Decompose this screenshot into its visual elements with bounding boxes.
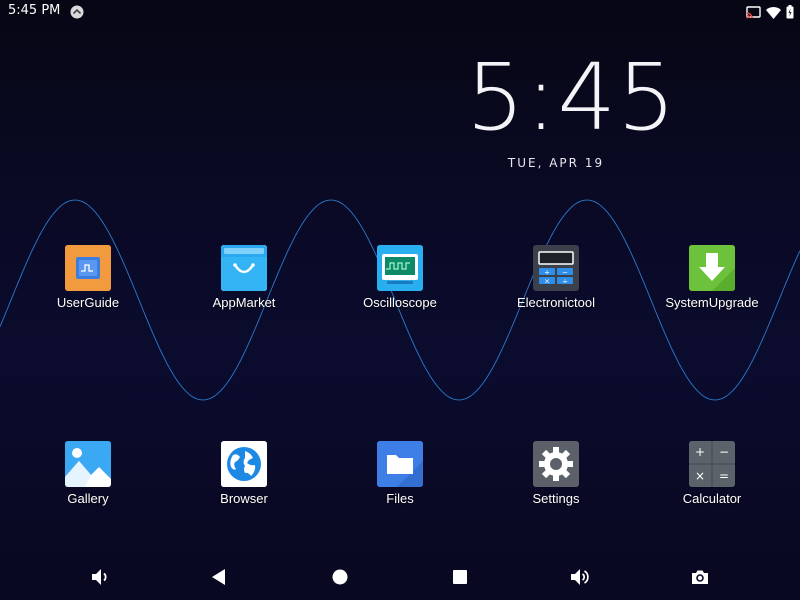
svg-text:+: + (544, 269, 550, 277)
status-bar: 5:45 PM (0, 0, 800, 24)
gear-icon (533, 441, 579, 487)
app-label: Files (386, 491, 414, 506)
status-icons (746, 4, 794, 23)
svg-text:+: + (695, 445, 705, 459)
app-gallery[interactable]: Gallery (23, 441, 153, 506)
app-userguide[interactable]: UserGuide (23, 245, 153, 310)
cast-icon (746, 4, 761, 23)
status-time: 5:45 PM (8, 3, 61, 18)
app-electronictool[interactable]: + − × ÷ Electronictool (491, 245, 621, 310)
volume-up-icon[interactable] (569, 566, 591, 588)
wifi-icon (766, 4, 781, 23)
app-label: Gallery (67, 491, 109, 506)
app-label: Calculator (682, 491, 742, 506)
app-label: Settings (532, 491, 580, 506)
globe-icon (221, 441, 267, 487)
app-files[interactable]: Files (335, 441, 465, 506)
back-icon[interactable] (209, 566, 231, 588)
app-calculator[interactable]: + − × = Calculator (647, 441, 777, 506)
calculator-device-icon: + − × ÷ (533, 245, 579, 291)
folder-icon (377, 441, 423, 487)
userguide-icon (65, 245, 111, 291)
battery-icon (786, 4, 794, 23)
app-label: Electronictool (516, 295, 596, 310)
app-label: Browser (220, 491, 268, 506)
calculator-icon: + − × = (689, 441, 735, 487)
volume-down-icon[interactable] (89, 566, 111, 588)
navigation-bar (0, 554, 800, 600)
svg-text:×: × (544, 278, 550, 286)
app-label: AppMarket (212, 295, 276, 310)
gallery-mountain-icon (65, 441, 111, 487)
app-oscilloscope[interactable]: Oscilloscope (335, 245, 465, 310)
svg-text:×: × (695, 469, 705, 483)
clock-widget-time[interactable]: 5:45 (466, 48, 676, 148)
app-label: UserGuide (56, 295, 120, 310)
svg-text:÷: ÷ (562, 278, 568, 286)
home-icon[interactable] (329, 566, 351, 588)
notification-icon (70, 4, 84, 23)
download-arrow-icon (689, 245, 735, 291)
shopping-bag-icon (221, 245, 267, 291)
svg-text:=: = (719, 469, 729, 483)
clock-widget-date[interactable]: TUE, APR 19 (476, 156, 636, 170)
app-browser[interactable]: Browser (179, 441, 309, 506)
app-systemupgrade[interactable]: SystemUpgrade (647, 245, 777, 310)
app-appmarket[interactable]: AppMarket (179, 245, 309, 310)
recents-icon[interactable] (449, 566, 471, 588)
oscilloscope-icon (377, 245, 423, 291)
svg-text:−: − (562, 269, 568, 277)
app-settings[interactable]: Settings (491, 441, 621, 506)
screenshot-icon[interactable] (689, 566, 711, 588)
app-label: SystemUpgrade (665, 295, 759, 310)
app-label: Oscilloscope (363, 295, 437, 310)
svg-text:−: − (719, 445, 729, 459)
